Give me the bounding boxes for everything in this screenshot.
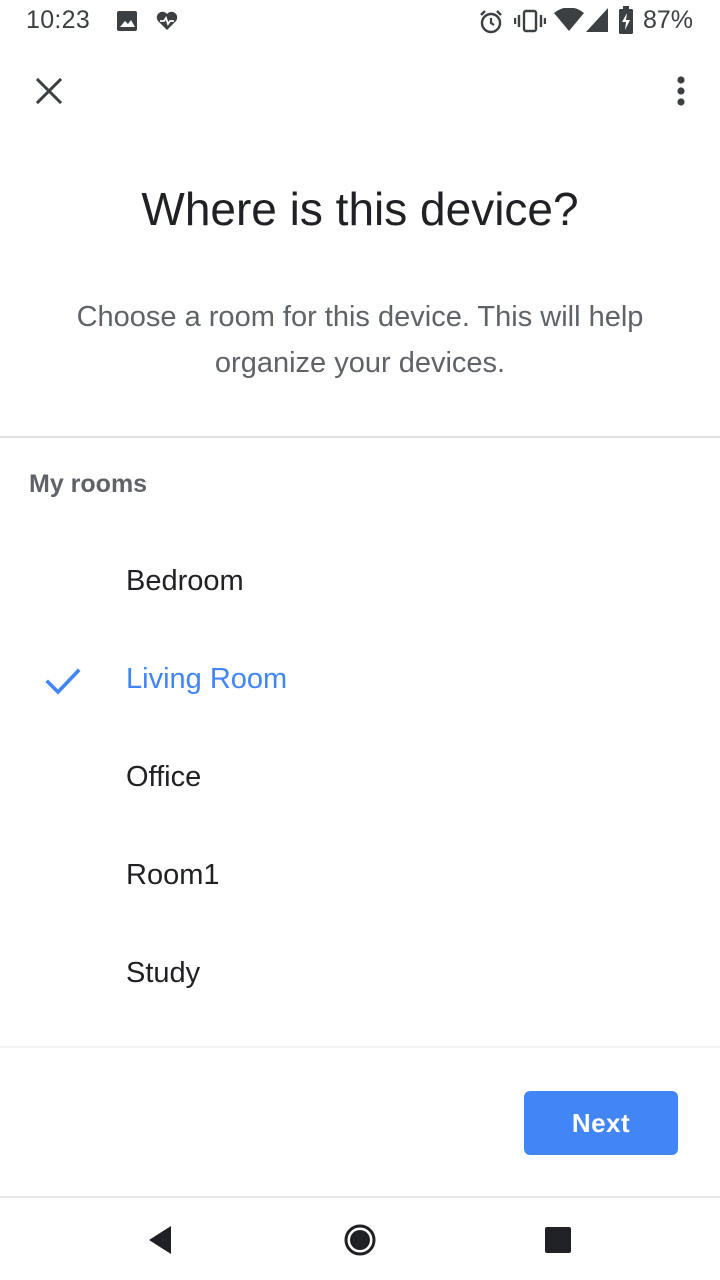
room-item-study[interactable]: Study <box>0 926 720 1024</box>
alarm-icon <box>480 10 502 34</box>
next-button[interactable]: Next <box>524 1091 678 1155</box>
room-item-living-room[interactable]: Living Room <box>0 632 720 730</box>
room-item-bedroom[interactable]: Bedroom <box>0 534 720 632</box>
close-icon <box>36 78 62 104</box>
home-icon <box>344 1224 376 1256</box>
signal-icon <box>586 8 608 32</box>
divider <box>0 436 720 438</box>
room-item-room1[interactable]: Room1 <box>0 828 720 926</box>
battery-charging-icon <box>619 6 633 34</box>
more-options-button[interactable] <box>656 66 706 116</box>
home-button[interactable] <box>338 1218 382 1262</box>
image-icon <box>117 11 137 31</box>
recents-icon <box>545 1227 571 1253</box>
room-label: Study <box>126 957 201 989</box>
room-label: Bedroom <box>126 565 244 597</box>
section-label-my-rooms: My rooms <box>29 470 148 498</box>
room-list: Bedroom Living Room Office Room1 Study <box>0 534 720 1024</box>
heart-pulse-icon <box>156 11 178 30</box>
close-button[interactable] <box>24 66 74 116</box>
page-title: Where is this device? <box>141 183 579 235</box>
checkmark-icon <box>45 668 81 695</box>
more-vert-icon <box>677 76 685 106</box>
room-item-office[interactable]: Office <box>0 730 720 828</box>
recents-button[interactable] <box>536 1218 580 1262</box>
status-time: 10:23 <box>26 6 91 34</box>
battery-percent: 87% <box>643 6 694 34</box>
system-nav-bar <box>0 1196 720 1280</box>
room-label: Living Room <box>126 663 288 695</box>
vibrate-icon <box>514 9 546 33</box>
page-subtitle: Choose a room for this device. This will… <box>76 301 644 379</box>
back-button[interactable] <box>138 1218 182 1262</box>
room-label: Room1 <box>126 859 220 891</box>
status-bar: 10:23 87% <box>0 0 720 44</box>
divider <box>0 1046 720 1048</box>
back-icon <box>149 1226 171 1254</box>
room-label: Office <box>126 761 202 793</box>
wifi-icon <box>554 8 584 31</box>
